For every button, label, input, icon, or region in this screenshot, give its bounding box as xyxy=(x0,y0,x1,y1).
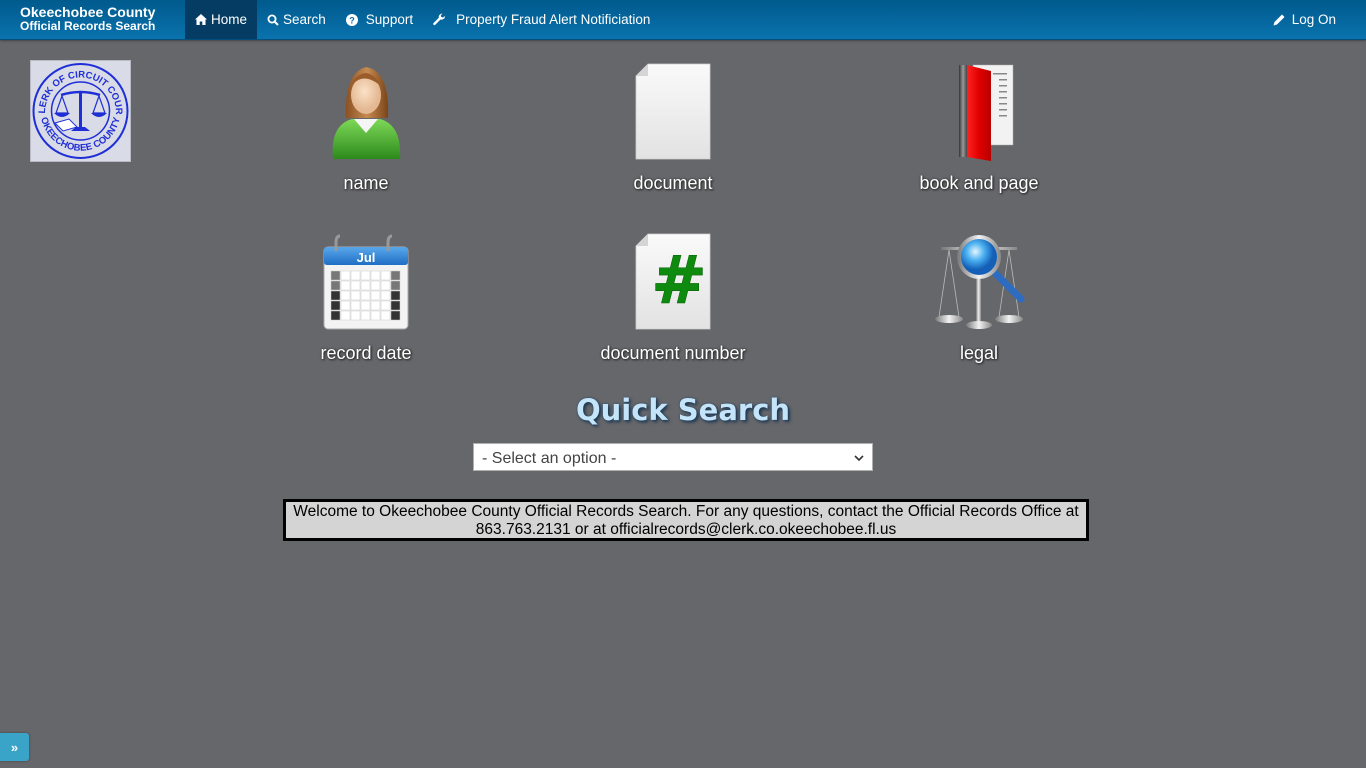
sidebar-toggle-button[interactable]: » xyxy=(0,733,29,761)
nav-search-label: Search xyxy=(283,12,326,27)
search-tile-document[interactable]: document xyxy=(573,63,773,194)
welcome-line-2: 863.763.2131 or at officialrecords@clerk… xyxy=(475,521,897,538)
search-tile-record-date[interactable]: Jul record date xyxy=(266,233,466,364)
search-icon xyxy=(267,14,279,26)
question-circle-icon: ? xyxy=(345,13,358,26)
scales-magnifier-icon xyxy=(929,233,1029,333)
hash-document-icon: # xyxy=(623,233,723,333)
pencil-icon xyxy=(1273,14,1285,26)
search-tile-legal[interactable]: legal xyxy=(879,233,1079,364)
svg-text:CLERK OF CIRCUIT COURT: CLERK OF CIRCUIT COURT xyxy=(31,61,124,115)
search-tile-name[interactable]: name xyxy=(266,63,466,194)
search-tile-document-number-label: document number xyxy=(600,343,746,363)
nav-property-fraud-alert-label: Property Fraud Alert Notificiation xyxy=(456,12,651,27)
welcome-line-1: Welcome to Okeechobee County Official Re… xyxy=(293,503,1079,520)
nav-log-on[interactable]: Log On xyxy=(1263,0,1366,39)
nav-support-label: Support xyxy=(365,12,414,27)
quick-search-select[interactable]: - Select an option - xyxy=(473,443,873,471)
svg-text:Jul: Jul xyxy=(357,250,376,265)
search-tile-document-number[interactable]: # document number xyxy=(573,233,773,364)
brand-subtitle: Official Records Search xyxy=(20,19,156,33)
top-navbar: Okeechobee County Official Records Searc… xyxy=(0,0,1366,40)
nav-search[interactable]: Search xyxy=(257,0,336,39)
wrench-icon xyxy=(433,13,446,26)
clerk-seal-logo: CLERK OF CIRCUIT COURT OKEECHOBEE COUNTY xyxy=(28,53,131,162)
brand[interactable]: Okeechobee County Official Records Searc… xyxy=(0,0,185,39)
nav-property-fraud-alert[interactable]: Property Fraud Alert Notificiation xyxy=(423,0,660,39)
person-icon xyxy=(316,63,416,163)
svg-text:#: # xyxy=(651,242,706,319)
quick-search-title: Quick Search xyxy=(575,393,791,427)
double-chevron-right-icon: » xyxy=(10,739,19,755)
chevron-down-icon xyxy=(854,453,864,465)
home-icon xyxy=(195,14,207,25)
nav-log-on-label: Log On xyxy=(1291,12,1336,27)
search-tile-record-date-label: record date xyxy=(320,343,412,363)
welcome-message: Welcome to Okeechobee County Official Re… xyxy=(283,499,1089,541)
scales-of-justice-seal-icon: CLERK OF CIRCUIT COURT OKEECHOBEE COUNTY xyxy=(28,53,129,159)
red-book-icon xyxy=(929,63,1029,163)
search-tile-book-and-page[interactable]: book and page xyxy=(879,63,1079,194)
calendar-icon: Jul xyxy=(316,233,416,333)
nav-home-label: Home xyxy=(211,12,248,27)
quick-search-selected-value: - Select an option - xyxy=(482,450,617,467)
search-tile-legal-label: legal xyxy=(959,343,999,363)
nav-home[interactable]: Home xyxy=(185,0,258,39)
search-tile-document-label: document xyxy=(633,173,713,193)
svg-text:?: ? xyxy=(349,15,355,25)
search-tile-name-label: name xyxy=(343,173,389,193)
nav-support[interactable]: ? Support xyxy=(336,0,423,39)
brand-title: Okeechobee County xyxy=(20,4,156,20)
search-tile-book-and-page-label: book and page xyxy=(919,173,1039,193)
blank-document-icon xyxy=(623,63,723,163)
